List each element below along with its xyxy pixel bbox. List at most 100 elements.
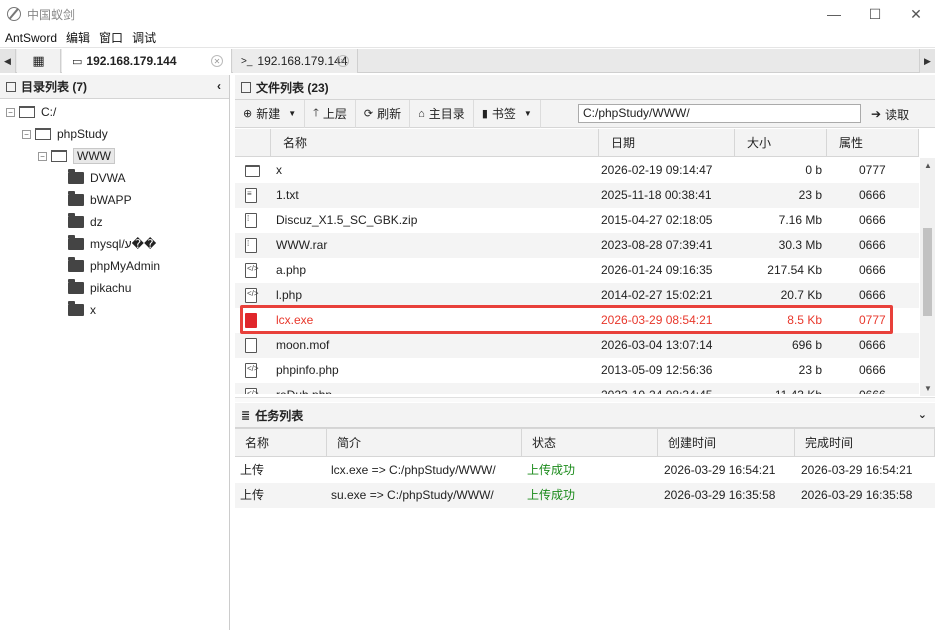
tree-node-phpmyadmin[interactable]: phpMyAdmin <box>68 256 160 276</box>
home-button-label: 主目录 <box>428 107 465 121</box>
tab-home-grid[interactable]: ▦ <box>17 49 61 73</box>
tab-terminal[interactable]: >_ 192.168.179.144 ✕ <box>233 49 358 73</box>
file-size: 30.3 Mb <box>778 238 822 252</box>
tree-node-label: bWAPP <box>90 193 132 207</box>
file-row[interactable]: ⁞ WWW.rar 2023-08-28 07:39:41 30.3 Mb 06… <box>235 233 919 258</box>
tree-node-www[interactable]: − WWW <box>38 146 115 166</box>
file-attr: 0666 <box>859 383 886 394</box>
column-size[interactable]: 大小 <box>735 129 827 157</box>
menu-debug[interactable]: 调试 <box>132 29 156 46</box>
antsword-logo-icon <box>7 7 21 21</box>
task-finished: 2026-03-29 16:54:21 <box>801 463 913 477</box>
tree-toggle-icon[interactable]: − <box>38 151 47 161</box>
task-panel-title: 任务列表 <box>255 408 304 423</box>
task-table-header: 名称 简介 状态 创建时间 完成时间 <box>235 428 935 457</box>
file-name: WWW.rar <box>276 238 328 252</box>
file-date: 2013-05-09 12:56:36 <box>601 363 713 377</box>
file-name: reDuh.php <box>276 383 332 394</box>
panel-splitter[interactable] <box>235 397 935 402</box>
folder-icon <box>68 257 84 272</box>
folder-icon <box>68 235 84 250</box>
tree-node-mysql[interactable]: mysql/ע�� <box>68 234 156 254</box>
file-size: 696 b <box>791 338 822 352</box>
home-button[interactable]: ⌂ 主目录 <box>410 99 474 128</box>
file-row[interactable]: ≡ 1.txt 2025-11-18 00:38:41 23 b 0666 <box>235 183 919 208</box>
file-row[interactable]: x 2026-02-19 09:14:47 0 b 0777 <box>235 158 919 183</box>
tab-close-icon[interactable]: ✕ <box>211 55 223 67</box>
tree-toggle-icon[interactable]: − <box>6 107 15 117</box>
task-name: 上传 <box>240 463 265 477</box>
scroll-up-icon[interactable]: ▲ <box>924 161 932 170</box>
bookmark-icon: ▮ <box>481 108 488 120</box>
tree-node-bwapp[interactable]: bWAPP <box>68 190 132 210</box>
scrollbar-thumb[interactable] <box>923 228 932 316</box>
menu-antsword[interactable]: AntSword <box>5 31 57 45</box>
tab-label: 192.168.179.144 <box>257 54 348 68</box>
new-button[interactable]: ⊕ 新建 ▼ <box>235 99 306 128</box>
tab-close-icon[interactable]: ✕ <box>337 55 349 67</box>
column-date[interactable]: 日期 <box>599 129 735 157</box>
file-row[interactable]: ⁞ Discuz_X1.5_SC_GBK.zip 2015-04-27 02:1… <box>235 208 919 233</box>
up-button-label: 上层 <box>322 107 347 121</box>
tree-node-label: phpMyAdmin <box>90 259 161 273</box>
task-row[interactable]: 上传 lcx.exe => C:/phpStudy/WWW/ 上传成功 2026… <box>235 458 935 483</box>
tree-node-c[interactable]: − C:/ <box>6 102 56 122</box>
code-file-icon: </> <box>245 363 259 378</box>
tree-node-dz[interactable]: dz <box>68 212 103 232</box>
directory-panel-header: 目录列表 (7) ‹ <box>0 75 229 99</box>
column-task-name[interactable]: 名称 <box>235 429 327 457</box>
file-row[interactable]: </> a.php 2026-01-24 09:16:35 217.54 Kb … <box>235 258 919 283</box>
tree-node-label: pikachu <box>90 281 132 295</box>
refresh-button[interactable]: ⟳ 刷新 <box>356 99 411 128</box>
up-button[interactable]: 🡑 上层 <box>305 99 356 128</box>
task-row[interactable]: 上传 su.exe => C:/phpStudy/WWW/ 上传成功 2026-… <box>235 483 935 508</box>
read-button[interactable]: ➔ 读取 <box>871 100 909 128</box>
task-desc: su.exe => C:/phpStudy/WWW/ <box>331 488 494 502</box>
file-panel-title: 文件列表 (23) <box>256 80 329 95</box>
minimize-button[interactable]: — <box>812 0 856 28</box>
code-file-icon: </> <box>245 288 259 303</box>
collapse-left-icon[interactable]: ‹ <box>217 79 221 93</box>
tree-toggle-icon[interactable]: − <box>22 129 31 139</box>
tree-node-label: C:/ <box>41 105 57 119</box>
file-name: moon.mof <box>276 338 330 352</box>
file-icon <box>245 338 257 353</box>
task-name: 上传 <box>240 488 265 502</box>
tree-node-phpstudy[interactable]: − phpStudy <box>22 124 108 144</box>
file-name: Discuz_X1.5_SC_GBK.zip <box>276 213 418 227</box>
scroll-down-icon[interactable]: ▼ <box>924 384 932 393</box>
tree-node-label: DVWA <box>90 171 126 185</box>
collapse-task-icon[interactable]: ⌄ <box>918 408 927 421</box>
maximize-button[interactable]: ☐ <box>853 0 897 28</box>
file-size: 11.43 Kb <box>735 383 822 394</box>
file-size: 23 b <box>798 363 822 377</box>
tab-file-manager[interactable]: ▭ 192.168.179.144 ✕ <box>62 49 232 73</box>
column-name[interactable]: 名称 <box>271 129 599 157</box>
tab-scroll-right-icon[interactable]: ▶ <box>919 49 935 73</box>
file-date: 2015-04-27 02:18:05 <box>601 213 713 227</box>
highlight-annotation-box <box>240 305 893 334</box>
tree-node-x[interactable]: x <box>68 300 96 320</box>
bookmark-button[interactable]: ▮ 书签 ▼ <box>474 99 541 128</box>
tree-node-dvwa[interactable]: DVWA <box>68 168 126 188</box>
menu-window[interactable]: 窗口 <box>99 29 123 46</box>
file-row[interactable]: moon.mof 2026-03-04 13:07:14 696 b 0666 <box>235 333 919 358</box>
tab-bar: ◀ ▦ ▭ 192.168.179.144 ✕ >_ 192.168.179.1… <box>0 49 935 73</box>
tree-node-pikachu[interactable]: pikachu <box>68 278 131 298</box>
column-task-desc[interactable]: 简介 <box>327 429 522 457</box>
close-button[interactable]: ✕ <box>894 0 935 28</box>
tab-scroll-left-icon[interactable]: ◀ <box>0 49 16 73</box>
column-task-status[interactable]: 状态 <box>522 429 658 457</box>
folder-icon: ▭ <box>72 55 83 68</box>
menu-edit[interactable]: 编辑 <box>66 29 90 46</box>
file-list-scrollbar[interactable]: ▲ ▼ <box>920 158 935 396</box>
column-attr[interactable]: 属性 <box>827 129 919 157</box>
file-row[interactable]: </> phpinfo.php 2013-05-09 12:56:36 23 b… <box>235 358 919 383</box>
menu-bar: AntSword 编辑 窗口 调试 <box>0 28 935 48</box>
task-desc: lcx.exe => C:/phpStudy/WWW/ <box>331 463 496 477</box>
column-task-finished[interactable]: 完成时间 <box>795 429 935 457</box>
path-input[interactable]: C:/phpStudy/WWW/ <box>578 104 861 123</box>
column-task-created[interactable]: 创建时间 <box>658 429 795 457</box>
folder-icon <box>68 213 84 228</box>
file-row[interactable]: </> reDuh.php 2023-10-24 08:34:45 11.43 … <box>235 383 919 394</box>
